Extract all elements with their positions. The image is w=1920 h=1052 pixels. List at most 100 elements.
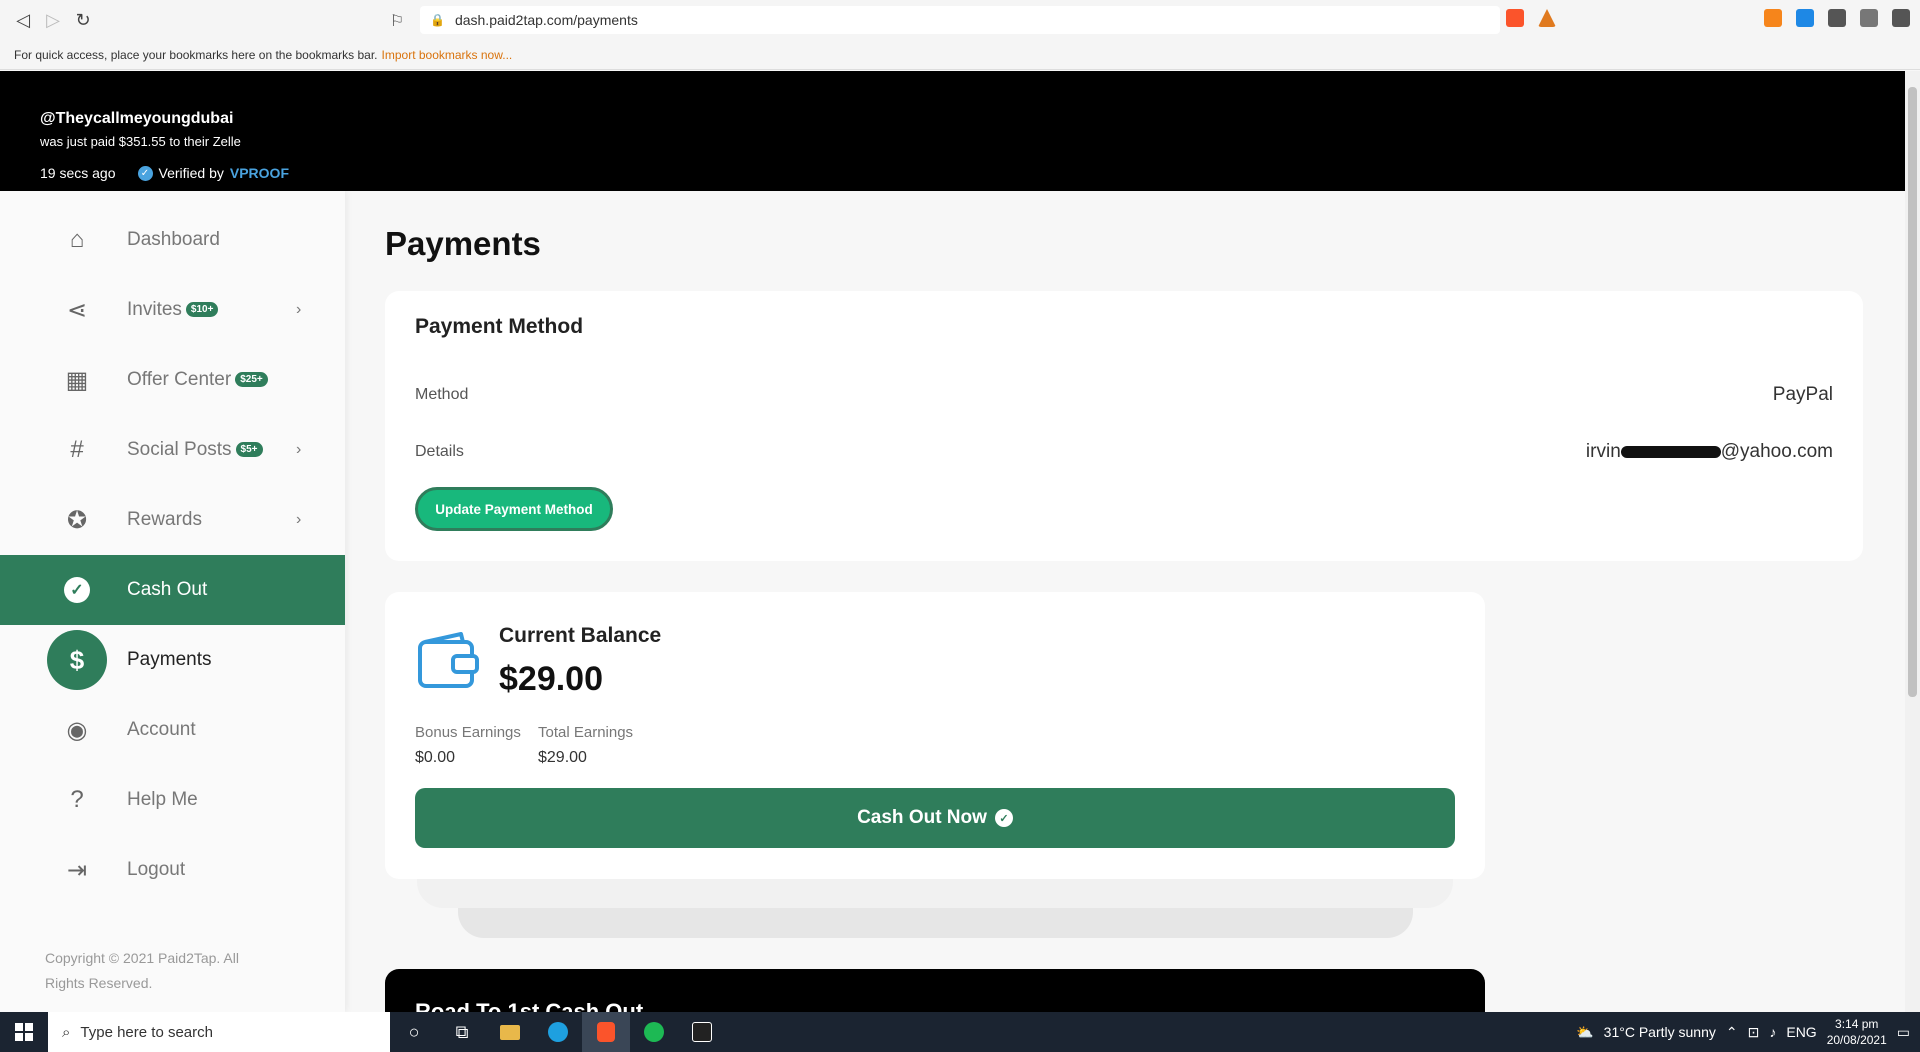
sidebar-item-label: Rewards <box>127 509 202 530</box>
method-value: PayPal <box>1772 384 1833 405</box>
taskbar-search[interactable]: ⌕ Type here to search <box>48 1012 390 1052</box>
check-circle-icon: ✓ <box>994 809 1013 827</box>
page-title: Payments <box>385 225 541 262</box>
metamask-icon[interactable] <box>1764 9 1782 27</box>
hashtag-icon: # <box>70 436 84 463</box>
flash-icon[interactable] <box>678 1012 726 1052</box>
sidebar: ⌂ Dashboard ⋖ Invites $10+ › ▦ Offer Cent… <box>0 191 345 1012</box>
sidebar-item-cash-out[interactable]: ✓ Cash Out <box>0 555 345 625</box>
weather-text[interactable]: 31°C Partly sunny <box>1604 1024 1716 1040</box>
share-icon: ⋖ <box>66 296 88 324</box>
search-icon: ⌕ <box>62 1023 71 1041</box>
bookmarks-bar: For quick access, place your bookmarks h… <box>0 40 1920 70</box>
sidebar-item-label: Logout <box>127 859 186 880</box>
sidebar-item-help[interactable]: ? Help Me <box>0 765 345 835</box>
question-icon: ? <box>70 786 84 813</box>
dollar-icon: $ <box>47 630 107 690</box>
back-icon[interactable]: ◁ <box>8 5 38 35</box>
sidebar-item-offer-center[interactable]: ▦ Offer Center $25+ <box>0 345 345 415</box>
chevron-right-icon: › <box>296 441 302 458</box>
redaction-mark <box>1620 445 1721 458</box>
sidebar-item-label: Account <box>127 719 196 740</box>
sidebar-item-payments[interactable]: $ Payments <box>0 625 345 695</box>
system-tray: ⛅ 31°C Partly sunny ⌃ ⊡ ♪ ENG 3:14 pm 20… <box>1576 1012 1920 1052</box>
card-title: Payment Method <box>415 315 584 338</box>
cash-out-now-button[interactable]: Cash Out Now ✓ <box>415 788 1455 848</box>
reward-badge: $5+ <box>235 442 263 458</box>
sidebar-item-label: Dashboard <box>127 229 220 250</box>
notifications-icon[interactable]: ▭ <box>1897 1024 1910 1041</box>
email-suffix: @yahoo.com <box>1720 441 1833 462</box>
sidebar-item-label: Payments <box>127 649 212 670</box>
sidebar-item-label: Offer Center <box>127 369 232 390</box>
total-earnings-label: Total Earnings <box>538 724 634 741</box>
url-text: dash.paid2tap.com/payments <box>454 12 638 28</box>
vproof-brand: VPROOF <box>229 165 289 181</box>
sidebar-item-rewards[interactable]: ✪ Rewards › <box>0 485 345 555</box>
windows-start-icon[interactable] <box>0 1012 48 1052</box>
notification-message: was just paid $351.55 to their Zelle <box>40 134 241 149</box>
brave-rewards-icon[interactable] <box>1538 9 1556 27</box>
task-view-icon[interactable]: ⧉ <box>438 1012 486 1052</box>
reward-badge: $10+ <box>185 302 219 318</box>
road-to-cash-out-card: Road To 1st Cash Out <box>385 969 1485 1012</box>
weather-icon: ⛅ <box>1576 1023 1594 1040</box>
award-icon: ✪ <box>66 506 88 534</box>
brave-icon[interactable] <box>582 1012 630 1052</box>
total-earnings-value: $29.00 <box>538 749 587 766</box>
update-payment-method-button[interactable]: Update Payment Method <box>415 487 613 531</box>
language-indicator[interactable]: ENG <box>1786 1024 1816 1040</box>
payment-method-card: Payment Method Method PayPal Details irv… <box>385 291 1863 561</box>
verified-check-icon: ✓ <box>137 165 153 181</box>
cortana-icon[interactable]: ○ <box>390 1012 438 1052</box>
extension-icons <box>1764 9 1910 27</box>
bonus-earnings-label: Bonus Earnings <box>415 724 521 741</box>
user-circle-icon: ◉ <box>66 716 88 744</box>
clock[interactable]: 3:14 pm 20/08/2021 <box>1827 1016 1887 1048</box>
sidebar-item-dashboard[interactable]: ⌂ Dashboard <box>0 205 345 275</box>
sidebar-item-logout[interactable]: ⇥ Logout <box>0 835 345 905</box>
reload-icon[interactable]: ↻ <box>68 5 98 35</box>
volume-icon[interactable]: ♪ <box>1769 1024 1776 1040</box>
balance-title: Current Balance <box>499 624 662 647</box>
logout-icon: ⇥ <box>66 856 88 884</box>
home-icon: ⌂ <box>69 226 85 253</box>
sidebar-item-label: Invites <box>127 299 182 320</box>
email-prefix: irvin <box>1585 441 1621 462</box>
verified-label: Verified by <box>158 165 224 181</box>
windows-taskbar: ⌕ Type here to search ○ ⧉ ⛅ 31°C Partly … <box>0 1012 1920 1052</box>
details-value: irvin @yahoo.com <box>1586 441 1833 463</box>
brave-shield-icon[interactable] <box>1506 9 1524 27</box>
address-bar[interactable]: 🔒 dash.paid2tap.com/payments <box>420 6 1500 34</box>
playlist-icon[interactable] <box>1860 9 1878 27</box>
file-explorer-icon[interactable] <box>486 1012 534 1052</box>
bookmark-icon[interactable]: ⚐ <box>382 5 412 35</box>
menu-icon[interactable] <box>1892 9 1910 27</box>
bitwarden-icon[interactable] <box>1796 9 1814 27</box>
payout-notification: @Theycallmeyoungdubai was just paid $351… <box>20 80 320 201</box>
puzzle-icon[interactable] <box>1828 9 1846 27</box>
network-icon[interactable]: ⊡ <box>1748 1024 1760 1041</box>
details-label: Details <box>415 443 464 460</box>
clock-time: 3:14 pm <box>1835 1017 1879 1031</box>
sidebar-item-account[interactable]: ◉ Account <box>0 695 345 765</box>
chevron-right-icon: › <box>296 511 302 528</box>
notification-user: @Theycallmeyoungdubai <box>40 110 234 127</box>
wallet-icon <box>418 632 479 688</box>
sidebar-item-invites[interactable]: ⋖ Invites $10+ › <box>0 275 345 345</box>
bookmarks-hint: For quick access, place your bookmarks h… <box>14 47 378 62</box>
chevron-right-icon: › <box>296 301 302 318</box>
sidebar-item-social-posts[interactable]: # Social Posts $5+ › <box>0 415 345 485</box>
copyright: Copyright © 2021 Paid2Tap. All Rights Re… <box>45 950 239 991</box>
page-scrollbar[interactable] <box>1905 71 1920 1012</box>
forward-icon[interactable]: ▷ <box>38 5 68 35</box>
reward-badge: $25+ <box>235 372 268 388</box>
browser-toolbar: ◁ ▷ ↻ ⚐ 🔒 dash.paid2tap.com/payments <box>0 0 1920 40</box>
import-bookmarks-link[interactable]: Import bookmarks now... <box>382 48 513 62</box>
scrollbar-thumb[interactable] <box>1908 87 1917 697</box>
spotify-icon[interactable] <box>630 1012 678 1052</box>
edge-icon[interactable] <box>534 1012 582 1052</box>
lock-icon: 🔒 <box>430 13 445 27</box>
chevron-up-icon[interactable]: ⌃ <box>1726 1024 1738 1041</box>
sidebar-item-label: Social Posts <box>127 439 232 460</box>
